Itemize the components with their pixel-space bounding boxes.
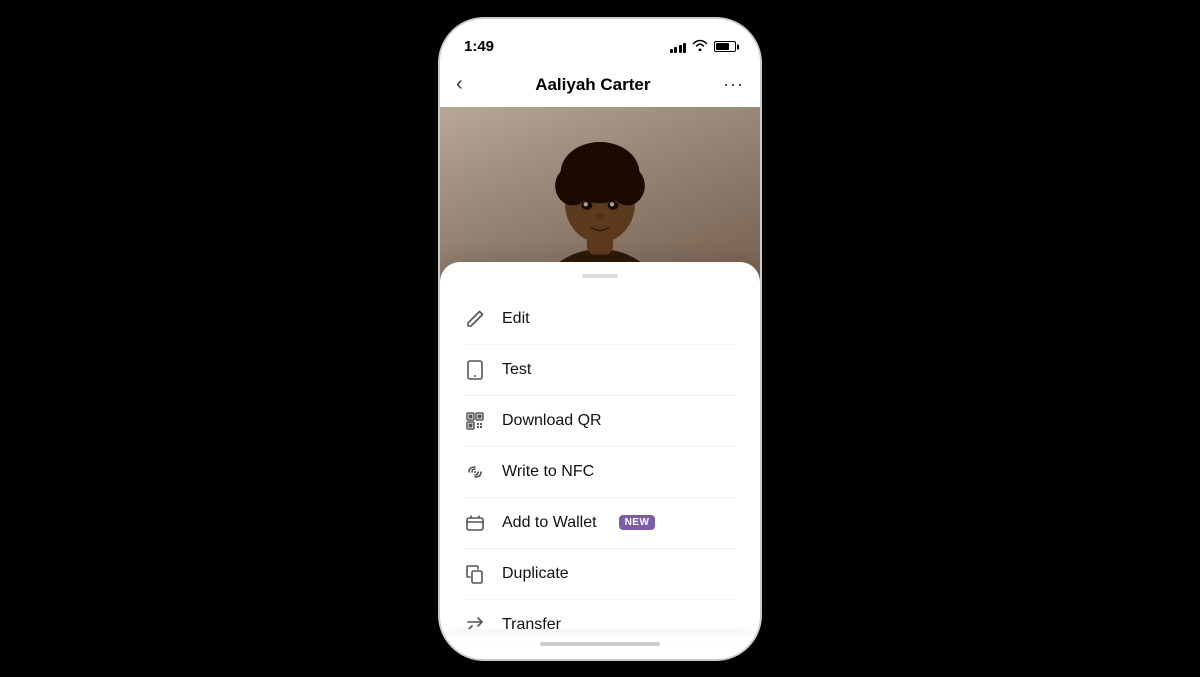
status-bar: 1:49 — [440, 19, 760, 63]
bottom-sheet: Edit Test — [440, 262, 760, 629]
edit-label: Edit — [502, 310, 530, 328]
profile-photo-area — [440, 107, 760, 282]
home-indicator — [440, 629, 760, 659]
transfer-icon — [464, 614, 486, 629]
menu-item-download-qr[interactable]: Download QR — [440, 396, 760, 446]
wallet-icon — [464, 512, 486, 534]
transfer-label: Transfer — [502, 616, 561, 629]
menu-item-edit[interactable]: Edit — [440, 294, 760, 344]
nfc-icon — [464, 461, 486, 483]
menu-item-test[interactable]: Test — [440, 345, 760, 395]
back-button[interactable]: ‹ — [456, 73, 463, 96]
qr-icon — [464, 410, 486, 432]
sheet-handle — [582, 274, 618, 278]
nav-title: Aaliyah Carter — [535, 75, 650, 95]
status-time: 1:49 — [464, 38, 494, 55]
menu-item-add-wallet[interactable]: Add to Wallet NEW — [440, 498, 760, 548]
write-nfc-label: Write to NFC — [502, 463, 594, 481]
menu-item-transfer[interactable]: Transfer — [440, 600, 760, 629]
status-icons — [670, 39, 737, 54]
pencil-icon — [464, 308, 486, 330]
duplicate-label: Duplicate — [502, 565, 569, 583]
copy-icon — [464, 563, 486, 585]
battery-icon — [714, 41, 736, 52]
add-wallet-label: Add to Wallet — [502, 514, 597, 532]
tablet-icon — [464, 359, 486, 381]
download-qr-label: Download QR — [502, 412, 602, 430]
profile-avatar-svg — [440, 107, 760, 282]
home-bar — [540, 642, 660, 646]
nav-bar: ‹ Aaliyah Carter ··· — [440, 63, 760, 107]
menu-item-write-nfc[interactable]: Write to NFC — [440, 447, 760, 497]
test-label: Test — [502, 361, 531, 379]
phone-frame: 1:49 ‹ Aaliyah Carter ··· — [440, 19, 760, 659]
menu-item-duplicate[interactable]: Duplicate — [440, 549, 760, 599]
signal-bars-icon — [670, 41, 687, 53]
wifi-icon — [692, 39, 708, 54]
more-button[interactable]: ··· — [723, 74, 744, 95]
new-badge: NEW — [619, 515, 656, 530]
